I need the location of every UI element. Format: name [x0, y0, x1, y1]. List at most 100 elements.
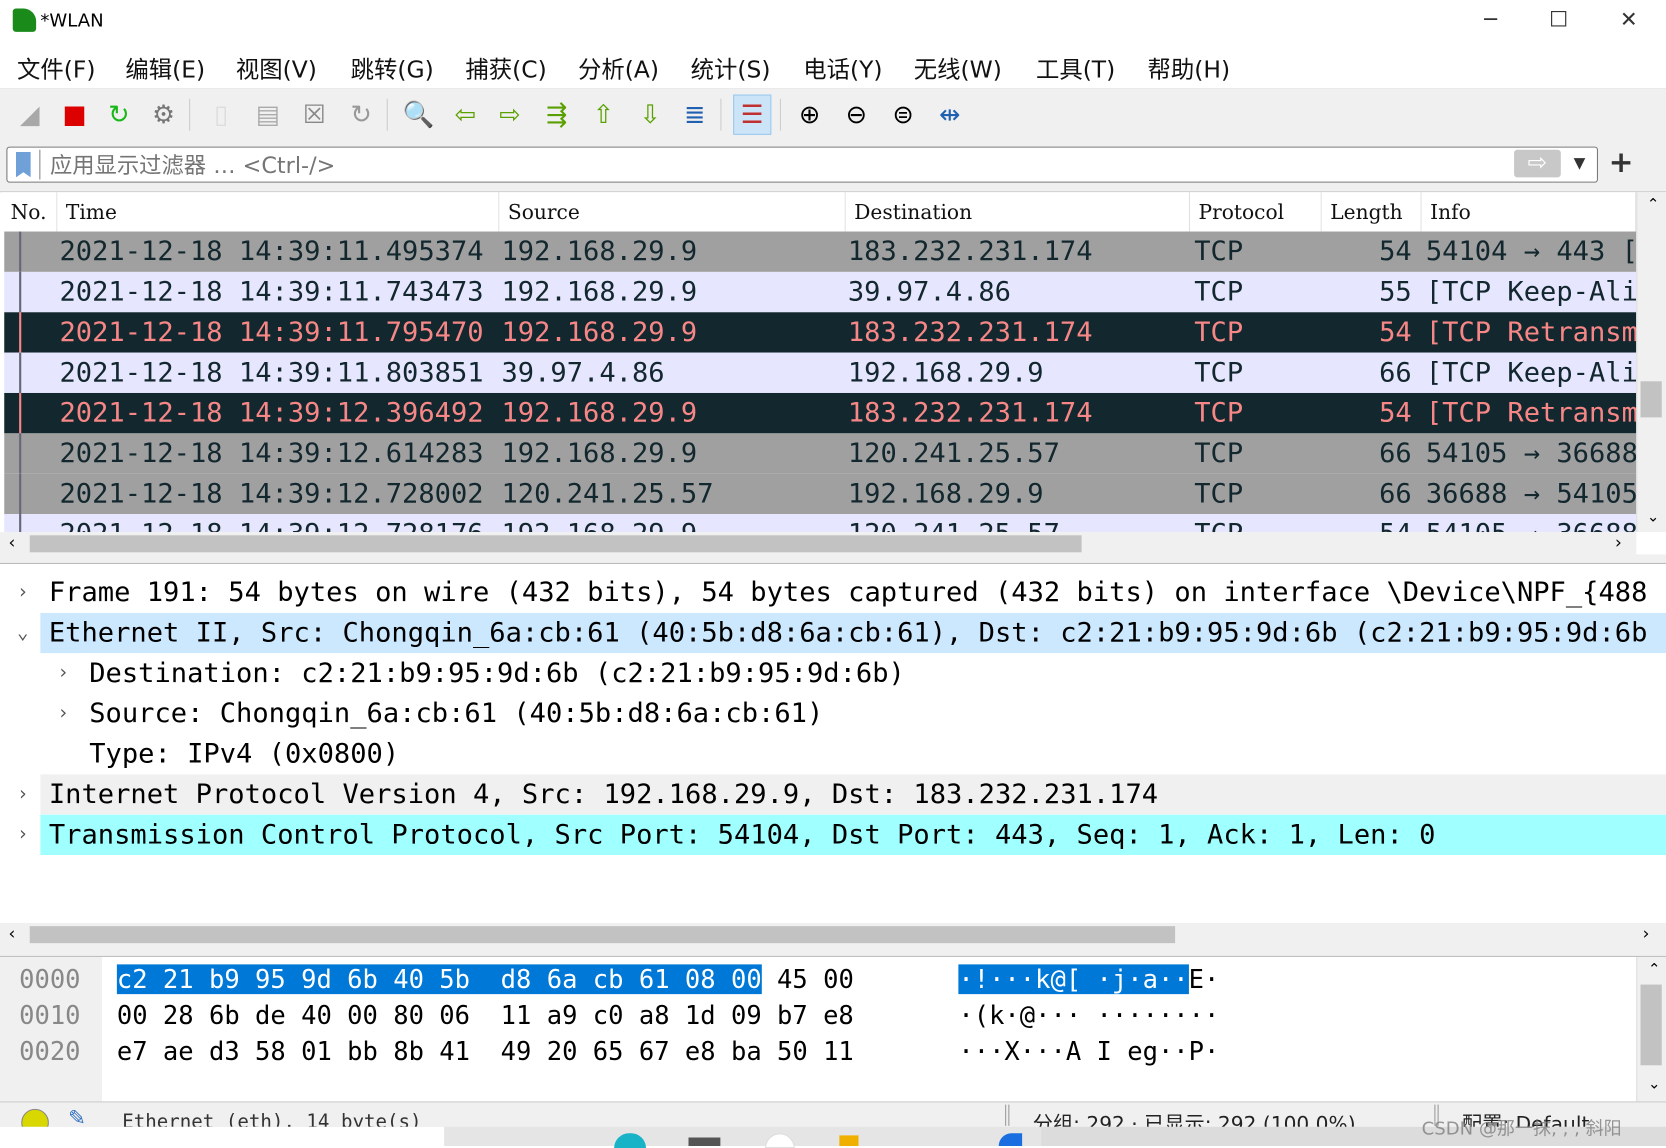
column-header-length[interactable]: Length: [1321, 192, 1422, 232]
hex-bytes-rest[interactable]: e7 ae d3 58 01 bb 8b 41 49 20 65 67 e8 b…: [117, 1037, 854, 1067]
packet-info: [TCP Keep-Ali: [1425, 276, 1637, 309]
hex-bytes[interactable]: c2 21 b9 95 9d 6b 40 5b d8 6a cb 61 08 0…: [116, 961, 854, 997]
open-file-icon[interactable]: ▯: [202, 95, 240, 135]
packet-row[interactable]: 2021-12-18 14:39:11.743473 192.168.29.9 39…: [4, 271, 1637, 313]
display-filter-input[interactable]: [49, 150, 1495, 181]
ascii-bytes[interactable]: ·(k·@··· ········: [958, 997, 1219, 1033]
column-header-protocol[interactable]: Protocol: [1190, 192, 1322, 232]
column-header-no[interactable]: No.: [2, 192, 58, 232]
main-toolbar: ◢ ■ ↻ ⚙ ▯ ▤ ☒ ↻ 🔍 ⇦ ⇨ ⇶ ⇧ ⇩ ≣ ☰ ⊕ ⊖ ⊜ ⇹: [0, 90, 1666, 139]
menu-item[interactable]: 文件(F): [17, 51, 95, 85]
restart-capture-icon[interactable]: ↻: [100, 95, 138, 135]
taskbar-app-icon[interactable]: [688, 1137, 721, 1147]
zoom-out-icon[interactable]: ⊖: [837, 95, 875, 135]
detail-tree-item[interactable]: › Frame 191: 54 bytes on wire (432 bits),…: [0, 572, 1666, 613]
filter-history-dropdown[interactable]: ▾: [1574, 150, 1586, 177]
hex-bytes-rest[interactable]: 45 00: [762, 964, 854, 994]
packet-row[interactable]: 2021-12-18 14:39:11.803851 39.97.4.86 192.…: [4, 352, 1637, 393]
edit-comment-icon[interactable]: ✎: [68, 1105, 86, 1127]
bytes-vertical-scrollbar[interactable]: ⌃ ⌄: [1636, 956, 1666, 1102]
title-bar: *WLAN ─ ☐ ✕: [0, 0, 1666, 43]
column-header-info[interactable]: Info: [1421, 192, 1637, 232]
menu-item[interactable]: 电话(Y): [803, 51, 882, 85]
ascii-rest[interactable]: ···X···A I eg··P·: [958, 1037, 1219, 1067]
column-header-time[interactable]: Time: [57, 192, 500, 232]
resize-columns-icon[interactable]: ⇹: [931, 95, 969, 135]
hex-bytes[interactable]: e7 ae d3 58 01 bb 8b 41 49 20 65 67 e8 b…: [117, 1033, 854, 1069]
taskbar-app-icon[interactable]: [839, 1135, 859, 1147]
chevron-right-icon[interactable]: ›: [57, 694, 69, 734]
detail-tree-item[interactable]: › Source: Chongqin_6a:cb:61 (40:5b:d8:6a:…: [0, 693, 1666, 734]
menu-item[interactable]: 视图(V): [236, 51, 317, 85]
menu-item[interactable]: 捕获(C): [465, 51, 546, 85]
menu-item[interactable]: 分析(A): [578, 51, 659, 85]
details-horizontal-scrollbar[interactable]: ‹ ›: [0, 922, 1666, 947]
hex-bytes-rest[interactable]: 00 28 6b de 40 00 80 06 11 a9 c0 a8 1d 0…: [117, 1000, 854, 1030]
chevron-right-icon[interactable]: ›: [17, 815, 29, 855]
packet-details: › Frame 191: 54 bytes on wire (432 bits),…: [0, 562, 1666, 947]
first-packet-icon[interactable]: ⇧: [584, 95, 622, 135]
packet-row[interactable]: 2021-12-18 14:39:12.728002 120.241.25.57 1…: [4, 473, 1637, 515]
detail-tree-item[interactable]: ⌄ Ethernet II, Src: Chongqin_6a:cb:61 (40…: [0, 612, 1666, 654]
packet-list-vertical-scrollbar[interactable]: ⌃ ⌄: [1636, 192, 1666, 533]
chevron-right-icon[interactable]: ›: [17, 572, 29, 612]
packet-dst: 183.232.231.174: [847, 316, 1093, 349]
packet-row[interactable]: 2021-12-18 14:39:12.728176 192.168.29.9 12…: [4, 514, 1637, 533]
save-file-icon[interactable]: ▤: [249, 95, 287, 135]
column-header-destination[interactable]: Destination: [845, 192, 1190, 232]
go-back-icon[interactable]: ⇦: [446, 95, 484, 135]
hex-bytes[interactable]: 00 28 6b de 40 00 80 06 11 a9 c0 a8 1d 0…: [117, 997, 854, 1033]
last-packet-icon[interactable]: ⇩: [631, 95, 669, 135]
menu-item[interactable]: 帮助(H): [1148, 51, 1231, 85]
go-to-packet-icon[interactable]: ⇶: [538, 95, 576, 135]
close-file-icon[interactable]: ☒: [295, 95, 333, 135]
menu-item[interactable]: 统计(S): [691, 51, 771, 85]
add-filter-button[interactable]: +: [1609, 144, 1634, 179]
chevron-right-icon[interactable]: ›: [57, 653, 69, 693]
detail-tree-item[interactable]: Type: IPv4 (0x0800): [0, 733, 1666, 775]
minimize-button[interactable]: ─: [1466, 6, 1515, 38]
packet-row[interactable]: 2021-12-18 14:39:12.614283 192.168.29.9 12…: [4, 433, 1637, 474]
packet-row[interactable]: 2021-12-18 14:39:11.795470 192.168.29.9 18…: [4, 312, 1637, 353]
status-splitter[interactable]: [1005, 1104, 1010, 1126]
packet-dst: 120.241.25.57: [848, 514, 1060, 532]
packet-row[interactable]: 2021-12-18 14:39:11.495374 192.168.29.9 18…: [4, 231, 1637, 272]
packet-row[interactable]: 2021-12-18 14:39:12.396492 192.168.29.9 18…: [4, 392, 1637, 434]
close-button[interactable]: ✕: [1604, 6, 1653, 38]
menu-item[interactable]: 跳转(G): [351, 51, 434, 85]
packet-len: 54: [1379, 397, 1412, 430]
colorize-icon[interactable]: ☰: [733, 94, 772, 135]
ascii-selected[interactable]: ·!···k@[ ·j·a··: [958, 964, 1189, 995]
detail-tree-item[interactable]: › Destination: c2:21:b9:95:9d:6b (c2:21:b…: [0, 653, 1666, 694]
taskbar-app-icon[interactable]: [998, 1133, 1023, 1147]
go-forward-icon[interactable]: ⇨: [491, 95, 529, 135]
apply-filter-button[interactable]: ⇨: [1514, 149, 1561, 178]
ascii-rest[interactable]: ·(k·@··· ········: [958, 1000, 1219, 1030]
menu-item[interactable]: 无线(W): [914, 51, 1002, 85]
detail-tree-item[interactable]: › Transmission Control Protocol, Src Port…: [0, 814, 1666, 855]
packet-proto: TCP: [1194, 397, 1244, 430]
ready-indicator-icon: [21, 1108, 49, 1127]
detail-tree-item[interactable]: › Internet Protocol Version 4, Src: 192.1…: [0, 774, 1666, 815]
chevron-right-icon[interactable]: ›: [17, 774, 29, 814]
auto-scroll-icon[interactable]: ≣: [676, 95, 714, 135]
shark-fin-start-icon[interactable]: ◢: [11, 95, 49, 135]
ascii-bytes[interactable]: ···X···A I eg··P·: [958, 1033, 1219, 1069]
stop-capture-icon[interactable]: ■: [55, 95, 93, 135]
ascii-rest[interactable]: E·: [1189, 964, 1220, 994]
packet-list-horizontal-scrollbar[interactable]: ‹ ›: [0, 532, 1637, 556]
hex-bytes-selected[interactable]: c2 21 b9 95 9d 6b 40 5b d8 6a cb 61 08 0…: [116, 964, 762, 995]
ascii-bytes[interactable]: ·!···k@[ ·j·a··E·: [958, 961, 1219, 997]
find-packet-icon[interactable]: 🔍: [400, 95, 438, 135]
capture-options-icon[interactable]: ⚙: [145, 95, 183, 135]
maximize-button[interactable]: ☐: [1534, 6, 1583, 38]
zoom-in-icon[interactable]: ⊕: [791, 95, 829, 135]
column-header-source[interactable]: Source: [499, 192, 846, 232]
normal-size-icon[interactable]: ⊜: [884, 95, 922, 135]
menu-item[interactable]: 编辑(E): [125, 51, 205, 85]
menu-item[interactable]: 工具(T): [1036, 51, 1115, 85]
chevron-down-icon[interactable]: ⌄: [17, 613, 29, 653]
reload-file-icon[interactable]: ↻: [342, 95, 380, 135]
packet-info: 54105 → 36688: [1425, 437, 1637, 470]
bookmark-icon[interactable]: [15, 151, 31, 178]
